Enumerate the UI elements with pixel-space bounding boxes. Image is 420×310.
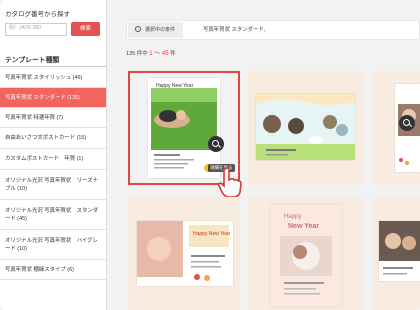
result-count: 135 件中 1 〜 45 件 — [126, 51, 176, 57]
sidebar-item-free-greeting[interactable]: 自由あいさつ文ポストカード (15) — [0, 128, 106, 149]
template-thumbnail — [379, 221, 420, 281]
template-card[interactable]: Happy New Year — [128, 197, 240, 310]
sidebar-item-label: 写真年賀状 スタイリッシュ (46) — [5, 74, 83, 81]
sidebar-item-standard[interactable]: 写真年賀状 スタンダード (135) — [0, 88, 106, 108]
catalog-number-input[interactable]: 例）JATK-280 — [5, 23, 67, 36]
sidebar-item-label: オリジナル光沢 写真年賀状 スタンダード (45) — [5, 207, 99, 222]
sidebar-item-label: 写真年賀状 スタンダード (135) — [5, 94, 80, 101]
thumbnail-script: Happy New Year — [193, 231, 231, 237]
template-thumbnail — [256, 94, 355, 160]
template-type-list: 写真年賀状 スタイリッシュ (46) 写真年賀状 スタンダード (135) 写真… — [0, 68, 106, 280]
condition-value: 写真年賀状 スタンダード、 — [203, 27, 269, 33]
sidebar-item-label: カスタムポストカード 年賀 (1) — [5, 156, 84, 162]
sidebar-item-glossy-highgrade[interactable]: オリジナル光沢 写真年賀状 ハイグレード (10) — [0, 230, 106, 260]
result-range: 1 〜 45 — [149, 51, 169, 57]
search-condition-bar: 選択中の条件 写真年賀状 スタンダード、 — [126, 20, 420, 40]
search-icon — [135, 26, 141, 32]
hand-cursor-icon — [218, 167, 242, 198]
template-types-title: テンプレート種類 — [5, 57, 60, 64]
template-card[interactable] — [373, 197, 420, 310]
photo-thumbnail — [379, 221, 420, 281]
template-card[interactable] — [373, 71, 420, 185]
zoom-icon[interactable] — [399, 115, 415, 131]
thumbnail-script: New Year — [288, 223, 319, 230]
app-window: カタログ番号から探す 例）JATK-280 検索 テンプレート種類 写真年賀状 … — [0, 0, 420, 310]
sidebar-item-label: オリジナル光沢 写真年賀状 ハイグレード (10) — [5, 237, 98, 252]
sidebar-item-glossy-reasonable[interactable]: オリジナル光沢 写真年賀状 リーズナブル (10) — [0, 170, 106, 200]
photo-thumbnail: Happy New Year — [137, 221, 233, 286]
thumbnail-script: Happy — [284, 214, 301, 220]
photo-thumbnail — [256, 94, 355, 160]
condition-label: 選択中の条件 — [128, 22, 183, 38]
divider — [0, 66, 106, 67]
sidebar: カタログ番号から探す 例）JATK-280 検索 テンプレート種類 写真年賀状 … — [0, 0, 107, 310]
sidebar-item-custom-postcard[interactable]: カスタムポストカード 年賀 (1) — [0, 149, 106, 170]
sidebar-item-special[interactable]: 写真年賀状 特選年賀 (7) — [0, 108, 106, 128]
photo-thumbnail: Happy New Year — [270, 204, 342, 307]
template-card[interactable]: Happy New Year 詳細を見る — [128, 71, 242, 198]
sidebar-item-label: 自由あいさつ文ポストカード (15) — [5, 135, 87, 141]
sidebar-item-label: オリジナル光沢 写真年賀状 リーズナブル (10) — [5, 177, 98, 192]
template-thumbnail: Happy New Year — [148, 78, 220, 178]
photo-thumbnail: Happy New Year — [148, 78, 220, 178]
thumbnail-script: Happy New Year — [156, 83, 194, 89]
catalog-search-button[interactable]: 検索 — [71, 22, 100, 36]
template-card[interactable] — [248, 71, 364, 185]
sidebar-item-glossy-standard[interactable]: オリジナル光沢 写真年賀状 スタンダード (45) — [0, 200, 106, 230]
template-thumbnail: Happy New Year — [137, 221, 233, 286]
sidebar-item-stylish[interactable]: 写真年賀状 スタイリッシュ (46) — [0, 68, 106, 88]
sidebar-item-type[interactable]: 写真年賀状 棚繰スタイプ (6) — [0, 260, 106, 280]
template-card[interactable]: Happy New Year — [248, 197, 364, 310]
template-thumbnail: Happy New Year — [270, 204, 342, 307]
catalog-search-title: カタログ番号から探す — [5, 11, 70, 18]
sidebar-item-label: 写真年賀状 棚繰スタイプ (6) — [5, 266, 74, 273]
zoom-icon[interactable] — [208, 136, 224, 152]
sidebar-item-label: 写真年賀状 特選年賀 (7) — [5, 114, 64, 121]
